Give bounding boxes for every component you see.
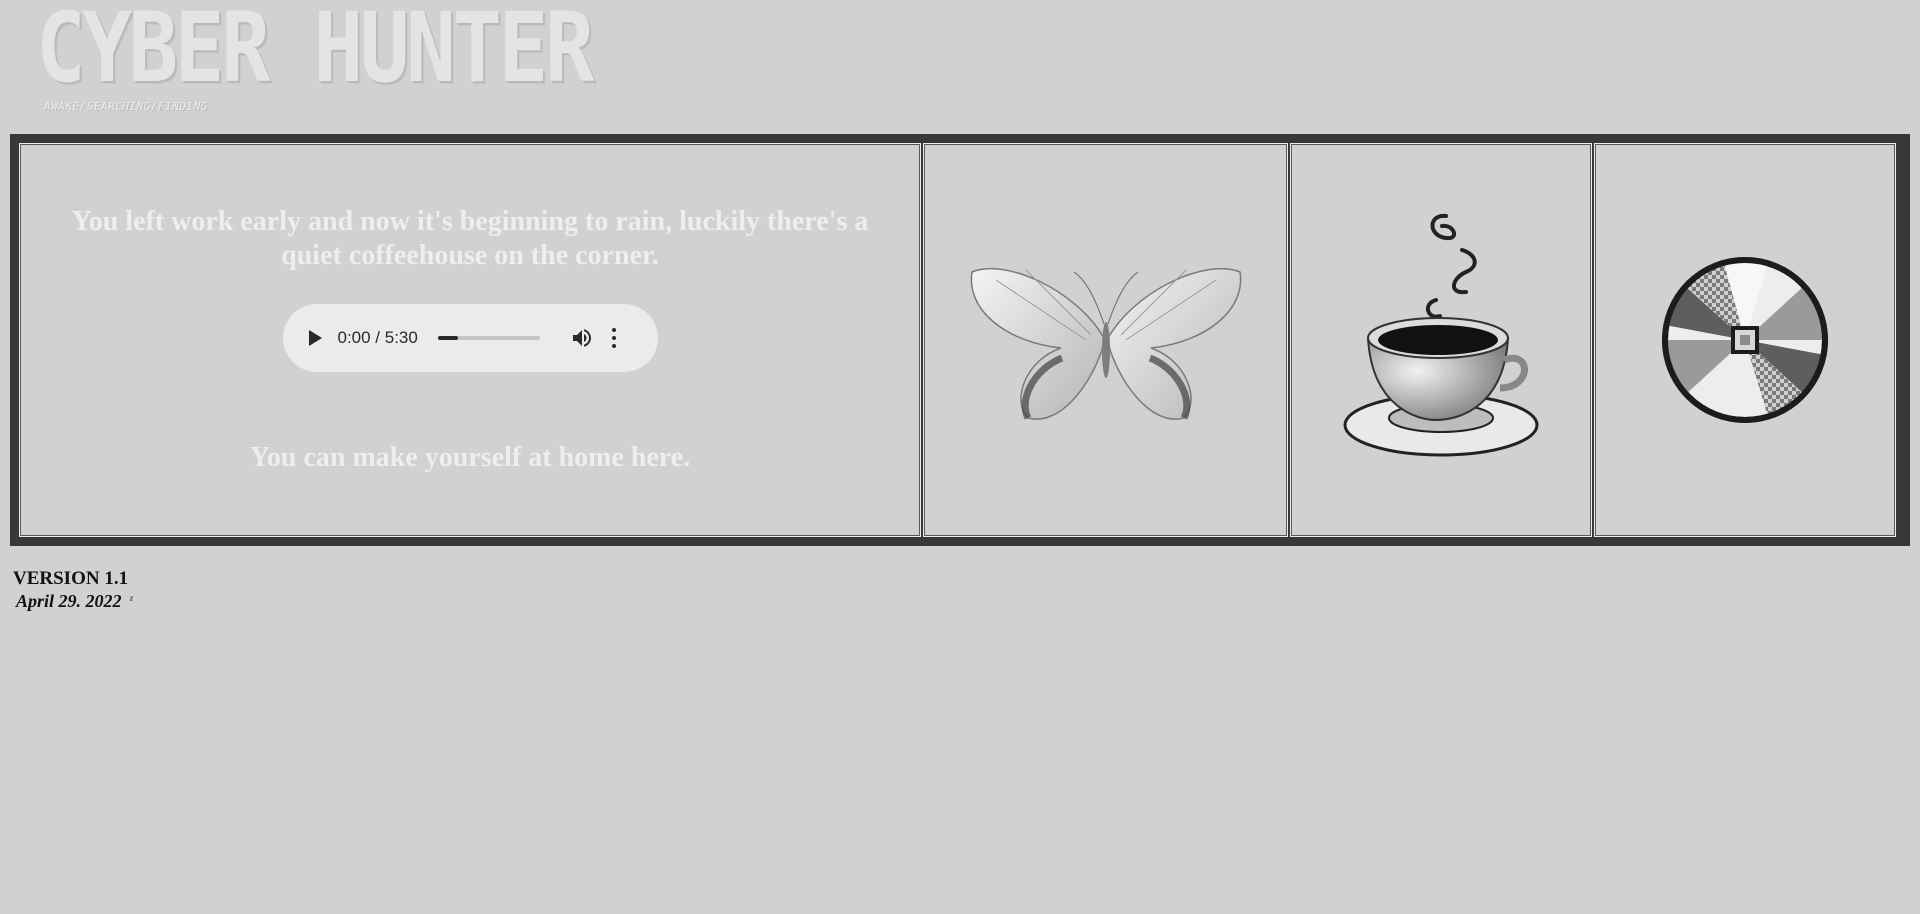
butterfly-panel xyxy=(923,143,1288,537)
date-mark: ² xyxy=(129,595,133,606)
cd-panel xyxy=(1594,143,1896,537)
release-date: April 29. 2022 ² xyxy=(16,590,133,612)
audio-progress-bar[interactable] xyxy=(437,336,540,340)
footer: VERSION 1.1 April 29. 2022 ² xyxy=(13,568,133,612)
version-label: VERSION 1.1 xyxy=(13,568,129,589)
main-frame: You left work early and now it's beginni… xyxy=(10,134,1910,546)
cd-disc-image xyxy=(1662,257,1828,423)
site-title: CYBER HUNTER xyxy=(36,0,595,104)
audio-time: 0:00 / 5:30 xyxy=(337,328,418,347)
intro-text: You left work early and now it's beginni… xyxy=(71,206,869,271)
site-logo: CYBER HUNTER AWAKE/SEARCHING/FINDING xyxy=(36,0,656,113)
date-text: April 29. 2022 xyxy=(16,591,122,611)
site-subtitle: AWAKE/SEARCHING/FINDING xyxy=(44,100,208,113)
audio-progress-fill xyxy=(437,336,459,340)
tagline-text: You can make yourself at home here. xyxy=(249,442,691,473)
play-icon[interactable] xyxy=(308,330,322,346)
volume-icon[interactable] xyxy=(570,326,594,350)
coffee-panel xyxy=(1290,143,1592,537)
butterfly-image xyxy=(970,267,1241,420)
coffee-cup-image xyxy=(1343,213,1539,457)
more-options-icon[interactable] xyxy=(611,328,618,348)
content-row: You left work early and now it's beginni… xyxy=(19,143,1901,537)
audio-player[interactable]: 0:00 / 5:30 xyxy=(282,304,658,372)
text-panel: You left work early and now it's beginni… xyxy=(19,143,921,537)
